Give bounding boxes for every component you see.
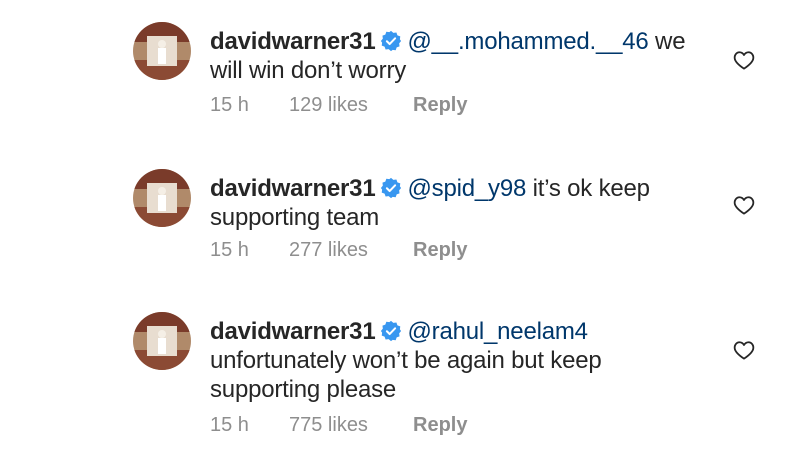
comment-username[interactable]: davidwarner31 <box>210 175 376 202</box>
mention-link[interactable]: @rahul_neelam4 <box>407 318 588 345</box>
reply-button[interactable]: Reply <box>413 94 467 117</box>
comment-text: davidwarner31 @spid_y98 it’s ok keep suppo… <box>210 174 710 232</box>
likes-count[interactable]: 775 likes <box>289 414 368 437</box>
mention-link[interactable]: @__.mohammed.__46 <box>407 28 648 55</box>
comment-body-line1: we <box>648 28 686 55</box>
comment-body-line2: unfortunately won’t be again but keep <box>210 347 602 374</box>
comment-text: davidwarner31 @__.mohammed.__46 we will wi… <box>210 27 710 85</box>
reply-button[interactable]: Reply <box>413 239 467 262</box>
heart-outline-icon[interactable] <box>733 195 755 215</box>
comment-body-line2: supporting team <box>210 204 380 231</box>
reply-button[interactable]: Reply <box>413 414 467 437</box>
timestamp: 15 h <box>210 414 249 436</box>
likes-count[interactable]: 129 likes <box>289 94 368 117</box>
heart-outline-icon[interactable] <box>733 50 755 70</box>
avatar[interactable] <box>133 22 191 80</box>
comment-username[interactable]: davidwarner31 <box>210 28 376 55</box>
timestamp: 15 h <box>210 239 249 261</box>
comment-body-line2: will win don’t worry <box>210 57 407 84</box>
comment-username[interactable]: davidwarner31 <box>210 318 376 345</box>
verified-badge-icon <box>381 320 402 342</box>
comment-body-line3: supporting please <box>210 376 397 403</box>
likes-count[interactable]: 277 likes <box>289 239 368 262</box>
verified-badge-icon <box>381 177 402 199</box>
verified-badge-icon <box>381 30 402 52</box>
heart-outline-icon[interactable] <box>733 340 755 360</box>
mention-link[interactable]: @spid_y98 <box>407 175 526 202</box>
comment-body-line1: it’s ok keep <box>526 175 650 202</box>
comment-text: davidwarner31 @rahul_neelam4 unfortunately… <box>210 317 710 404</box>
timestamp: 15 h <box>210 94 249 116</box>
avatar[interactable] <box>133 169 191 227</box>
avatar[interactable] <box>133 312 191 370</box>
